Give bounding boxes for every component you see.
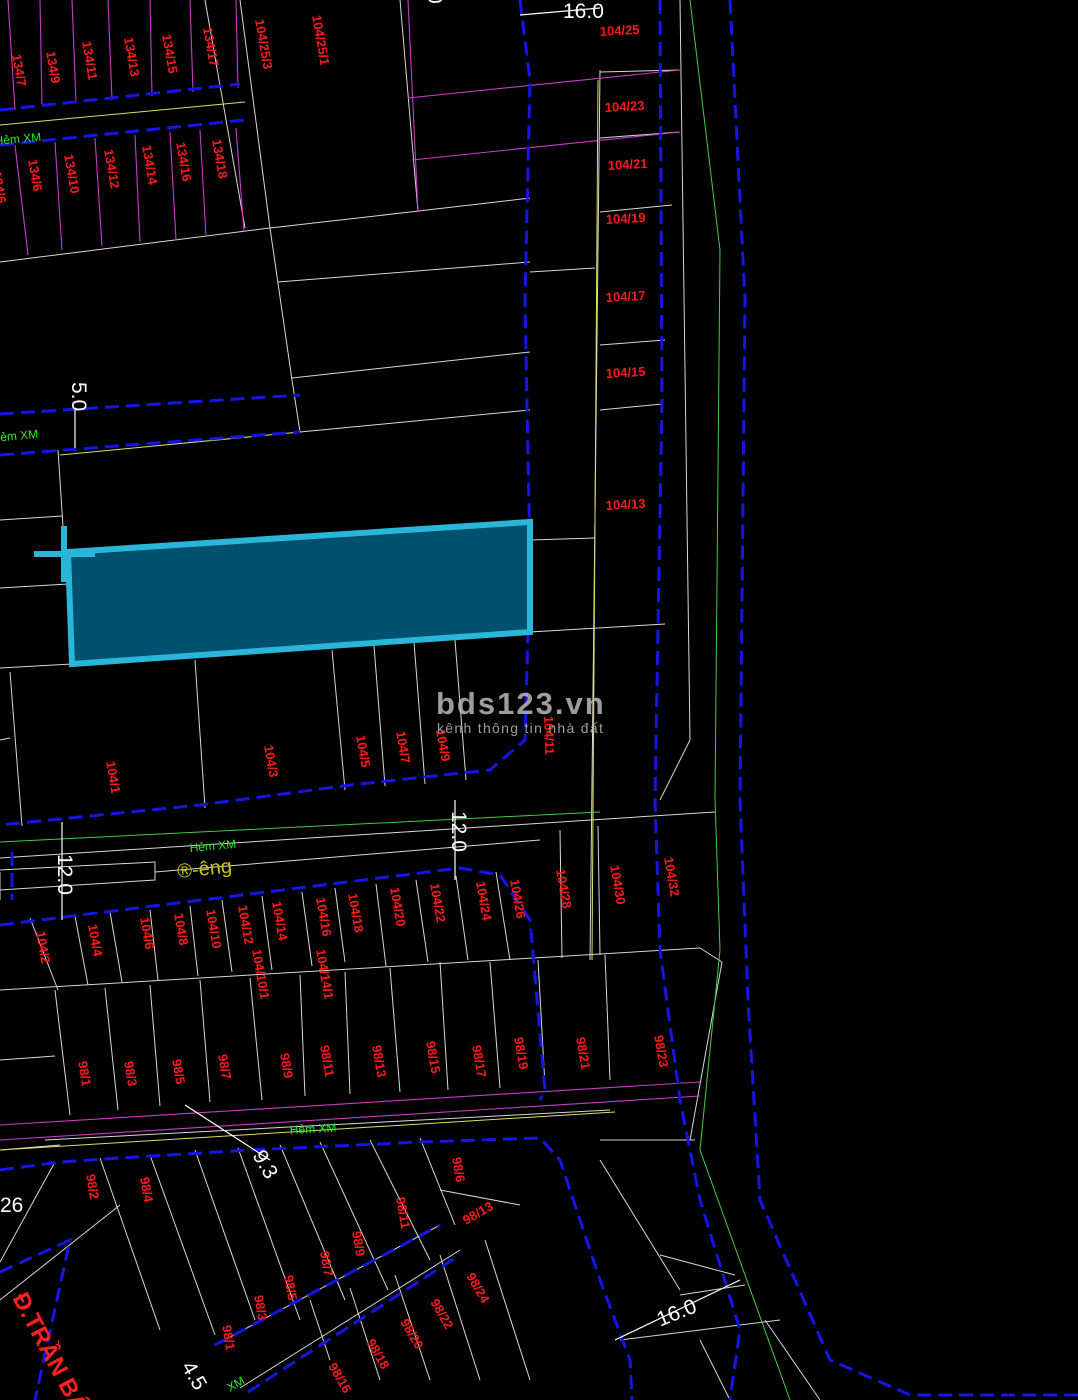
lot-label: 134/16: [173, 141, 195, 183]
lot-label: 134/18: [209, 138, 231, 180]
lot-label: 104/21: [607, 156, 647, 173]
lot-label: 104/26: [507, 878, 529, 920]
lot-label: 98/19: [511, 1036, 531, 1071]
lot-label: 104/19: [605, 210, 645, 227]
lot-label: 104/30: [607, 864, 629, 906]
dim-12-left: 12.0: [53, 854, 76, 895]
lot-label: 104/25/1: [309, 14, 333, 66]
lot-label: 104/3: [261, 744, 281, 779]
lot-label: 98/1: [75, 1060, 94, 1088]
lot-label: 98/11: [393, 1196, 413, 1230]
lot-label: 98/11: [317, 1044, 337, 1078]
lot-label: 98/21: [573, 1036, 593, 1071]
lot-label: 104/6: [137, 916, 157, 951]
lot-label: 134/17: [200, 26, 222, 68]
lot-label: 104/12: [235, 904, 257, 946]
dim-12-right: 12.0: [447, 811, 470, 852]
lot-label: 104/24: [473, 880, 495, 923]
lot-label: 104/10: [203, 908, 225, 950]
dim-26: 26: [0, 1194, 23, 1217]
lot-label: 134/10: [61, 153, 83, 195]
lot-label: 134/14: [139, 144, 161, 187]
lot-label: 104/25: [599, 22, 639, 39]
road-labels: Hẻm XM Hẻm XM Hẻm XM Hẻm XM XM ®-êng Đ.T…: [0, 130, 337, 1400]
lot-label: 104/8: [171, 912, 191, 947]
lot-label: 104/23: [604, 98, 644, 115]
dim-0-top: 0: [423, 0, 446, 4]
dim-5: 5.0: [67, 382, 90, 411]
highlighted-lot-shape[interactable]: [64, 518, 533, 668]
lot-label: 104/16: [313, 896, 335, 938]
lot-label: 98/9: [277, 1052, 296, 1080]
lot-label: 98/24: [463, 1270, 493, 1306]
lot-label: 98/3: [121, 1060, 140, 1088]
dim-9-3: 9.3: [248, 1146, 283, 1183]
alley-label-2: Hẻm XM: [0, 427, 39, 445]
dim-4-5: 4.5: [177, 1357, 212, 1394]
lot-label: 104/10/1: [249, 948, 273, 1000]
road-annotation: ®-êng: [176, 855, 233, 883]
lot-label: 98/13: [369, 1044, 389, 1079]
lot-label: 104/32: [661, 856, 683, 898]
lot-label: 104/20: [387, 886, 409, 928]
map-canvas: 16.0 0 5.0 12.0 12.0 9.3 26 16.0 4.5 Hẻm…: [0, 0, 1078, 1400]
lot-label: 104/17: [605, 288, 645, 305]
lot-label: 98/5: [281, 1274, 300, 1302]
lot-label: 98/2: [83, 1173, 102, 1201]
lot-label: 104/25/3: [252, 18, 276, 70]
lot-label: 98/6: [449, 1156, 468, 1184]
lot-label: 134/15: [159, 33, 181, 75]
lot-label: 134/6: [0, 170, 9, 205]
alley-label-diag: XM: [225, 1373, 248, 1394]
lot-label: 104/13: [605, 496, 645, 513]
watermark-title: bds123.vn: [436, 686, 606, 721]
lot-label: 134/9: [43, 50, 63, 85]
lot-label: 104/15: [605, 364, 645, 381]
lot-label: 104/5: [353, 734, 373, 769]
lot-label: 134/13: [121, 36, 143, 78]
lot-label: 98/7: [317, 1250, 336, 1278]
lot-label: 104/2: [33, 930, 53, 965]
lot-label: 98/7: [215, 1053, 234, 1081]
lot-label: 104/18: [345, 892, 367, 934]
lot-label: 134/6: [25, 158, 45, 193]
lot-label: 104/4: [85, 923, 106, 958]
dim-16-bottom: 16.0: [653, 1295, 700, 1332]
lot-label: 134/12: [101, 148, 123, 190]
lot-label: 98/5: [169, 1058, 188, 1086]
lot-label: 98/1: [219, 1324, 238, 1352]
lot-label: 98/13: [460, 1198, 496, 1227]
alley-label-1: Hẻm XM: [0, 130, 42, 148]
lot-label: 98/18: [363, 1336, 392, 1372]
lot-label: 104/14/1: [313, 948, 337, 1000]
cadastral-map[interactable]: 16.0 0 5.0 12.0 12.0 9.3 26 16.0 4.5 Hẻm…: [0, 0, 1078, 1400]
alley-label-lower: Hẻm XM: [289, 1121, 336, 1137]
watermark-subtitle: kênh thông tin nhà đất: [437, 720, 604, 736]
street-label: Đ.TRẦN BÁ: [7, 1288, 94, 1400]
lot-label: 98/15: [423, 1040, 443, 1075]
dim-16-top: 16.0: [563, 0, 604, 23]
lot-label: 98/4: [137, 1176, 156, 1204]
lot-label: 98/20: [397, 1316, 426, 1352]
parcel-lines: [0, 0, 821, 1400]
lot-label: 98/22: [427, 1296, 456, 1332]
lot-label: 98/9: [349, 1230, 368, 1258]
lot-label: 104/22: [427, 882, 449, 924]
watermark: bds123.vn kênh thông tin nhà đất: [436, 686, 606, 736]
lot-label: 98/17: [469, 1044, 489, 1079]
alley-label-main: Hẻm XM: [189, 837, 237, 855]
lot-label: 104/28: [553, 868, 575, 910]
lot-label: 134/7: [9, 53, 29, 88]
lot-label: 104/14: [269, 900, 291, 943]
lot-label: 98/23: [651, 1034, 671, 1069]
lot-label: 104/7: [393, 730, 413, 765]
lot-label: 104/1: [103, 760, 123, 795]
lot-label: 98/16: [325, 1360, 354, 1396]
lot-label: 134/11: [79, 40, 101, 81]
